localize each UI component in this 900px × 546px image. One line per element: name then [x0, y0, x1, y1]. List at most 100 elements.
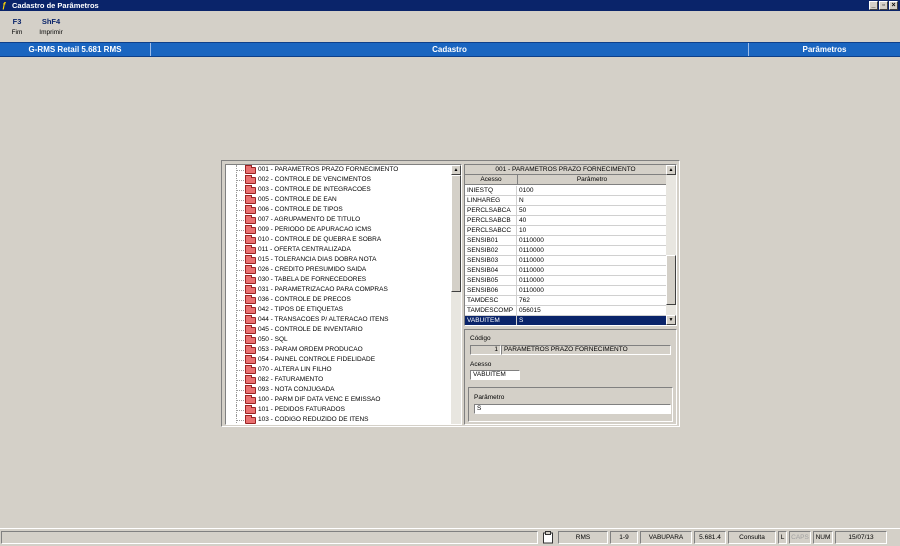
imprimir-button[interactable]: ShF4 Imprimir [36, 17, 66, 36]
tree-item[interactable]: 050 - SQL [226, 335, 451, 345]
tree-item[interactable]: 100 - PARM DIF DATA VENC E EMISSAO [226, 395, 451, 405]
tree-item-label: 010 - CONTROLE DE QUEBRA E SOBRA [258, 236, 382, 243]
grid-column-parametro[interactable]: Parâmetro [518, 175, 666, 184]
status-page: 1-9 [610, 531, 638, 544]
close-button[interactable]: × [889, 1, 898, 10]
tree-item[interactable]: 042 - TIPOS DE ETIQUETAS [226, 305, 451, 315]
tree-item[interactable]: 009 - PERIODO DE APURACAO ICMS [226, 225, 451, 235]
grid-cell-acesso: SENSIB06 [465, 286, 517, 295]
tree-item-label: 036 - CONTROLE DE PRECOS [258, 296, 351, 303]
tree-item[interactable]: 002 - CONTROLE DE VENCIMENTOS [226, 175, 451, 185]
status-message-panel [1, 531, 538, 544]
folder-icon [245, 415, 256, 424]
grid-cell-parametro: 50 [519, 207, 527, 214]
grid-row[interactable]: PERCLSABCB 40 [465, 216, 666, 226]
tree-item-label: 005 - CONTROLE DE EAN [258, 196, 337, 203]
tree-scrollbar[interactable]: ▲ [451, 165, 461, 424]
tree-item[interactable]: 010 - CONTROLE DE QUEBRA E SOBRA [226, 235, 451, 245]
grid-row[interactable]: SENSIB05 0110000 [465, 276, 666, 286]
fim-button[interactable]: F3 Fim [8, 17, 26, 36]
grid-cell-acesso: PERCLSABCA [465, 206, 517, 215]
grid-cell-parametro: 056015 [519, 307, 541, 314]
grid-cell-parametro: 0110000 [519, 247, 544, 254]
folder-icon [245, 175, 256, 184]
codigo-label: Código [470, 335, 491, 342]
grid-scroll-up-button[interactable]: ▲ [666, 165, 676, 175]
status-user: VABUPARA [640, 531, 692, 544]
parametro-label: Parâmetro [474, 394, 505, 401]
tree-item-label: 103 - CODIGO REDUZIDO DE ITENS [258, 416, 369, 423]
grid-row[interactable]: INIESTQ 0100 [465, 186, 666, 196]
grid-row[interactable]: PERCLSABCA 50 [465, 206, 666, 216]
folder-icon [245, 275, 256, 284]
status-flag-l: L [778, 531, 787, 544]
tree-item[interactable]: 082 - FATURAMENTO [226, 375, 451, 385]
tree-item[interactable]: 015 - TOLERANCIA DIAS DOBRA NOTA [226, 255, 451, 265]
parameters-panel: 001 - PARAMETROS PRAZO FORNECIMENTO 002 -… [221, 160, 680, 427]
grid-scrollbar[interactable]: ▲ ▼ [666, 165, 676, 325]
grid-row[interactable]: SENSIB03 0110000 [465, 256, 666, 266]
acesso-field[interactable]: VABUITEM [470, 370, 520, 380]
tree-item-label: 082 - FATURAMENTO [258, 376, 324, 383]
grid-row[interactable]: VABUITEM S [465, 316, 666, 325]
grid-row[interactable]: TAMDESC 762 [465, 296, 666, 306]
tree-scroll-thumb[interactable] [451, 175, 461, 292]
tree-item[interactable]: 053 - PARAM ORDEM PRODUCAO [226, 345, 451, 355]
tree-item-label: 001 - PARAMETROS PRAZO FORNECIMENTO [258, 166, 399, 173]
parameter-tree[interactable]: 001 - PARAMETROS PRAZO FORNECIMENTO 002 -… [225, 164, 462, 425]
grid-cell-parametro: S [519, 317, 524, 324]
grid-scroll-down-button[interactable]: ▼ [666, 315, 676, 325]
tree-item[interactable]: 026 - CREDITO PRESUMIDO SAIDA [226, 265, 451, 275]
parametro-group: Parâmetro S [468, 387, 673, 422]
grid-title: 001 - PARAMETROS PRAZO FORNECIMENTO [465, 165, 666, 175]
folder-icon [245, 235, 256, 244]
grid-row[interactable]: SENSIB02 0110000 [465, 246, 666, 256]
tree-item-label: 026 - CREDITO PRESUMIDO SAIDA [258, 266, 367, 273]
tree-item[interactable]: 030 - TABELA DE FORNECEDORES [226, 275, 451, 285]
grid-row[interactable]: TAMDESCOMP 056015 [465, 306, 666, 316]
tree-item[interactable]: 070 - ALTERA LIN FILHO [226, 365, 451, 375]
tree-item-label: 101 - PEDIDOS FATURADOS [258, 406, 345, 413]
tree-item[interactable]: 011 - OFERTA CENTRALIZADA [226, 245, 451, 255]
tree-item[interactable]: 031 - PARAMETRIZACAO PARA COMPRAS [226, 285, 451, 295]
tree-item[interactable]: 054 - PAINEL CONTROLE FIDELIDADE [226, 355, 451, 365]
folder-icon [245, 355, 256, 364]
tree-item[interactable]: 093 - NOTA CONJUGADA [226, 385, 451, 395]
tree-item[interactable]: 045 - CONTROLE DE INVENTARIO [226, 325, 451, 335]
tree-item[interactable]: 103 - CODIGO REDUZIDO DE ITENS [226, 415, 451, 424]
folder-icon [245, 185, 256, 194]
grid-cell-acesso: TAMDESC [465, 296, 517, 305]
parametro-field[interactable]: S [474, 404, 671, 414]
grid-column-acesso[interactable]: Acesso [465, 175, 518, 184]
tree-item-label: 053 - PARAM ORDEM PRODUCAO [258, 346, 363, 353]
tree-item[interactable]: 044 - TRANSACOES P/ ALTERACAO ITENS [226, 315, 451, 325]
tree-item[interactable]: 007 - AGRUPAMENTO DE TITULO [226, 215, 451, 225]
grid-row[interactable]: SENSIB04 0110000 [465, 266, 666, 276]
folder-icon [245, 225, 256, 234]
minimize-button[interactable]: _ [869, 1, 878, 10]
folder-icon [245, 205, 256, 214]
grid-row[interactable]: PERCLSABCC 10 [465, 226, 666, 236]
folder-icon [245, 295, 256, 304]
folder-icon [245, 265, 256, 274]
tree-item[interactable]: 006 - CONTROLE DE TIPOS [226, 205, 451, 215]
codigo-field[interactable]: 1 [470, 345, 501, 355]
restore-button[interactable]: ▫ [879, 1, 888, 10]
tree-scroll-up-button[interactable]: ▲ [451, 165, 461, 175]
tree-item[interactable]: 003 - CONTROLE DE INTEGRACOES [226, 185, 451, 195]
status-system: RMS [558, 531, 608, 544]
tree-item[interactable]: 036 - CONTROLE DE PRECOS [226, 295, 451, 305]
tree-item-label: 030 - TABELA DE FORNECEDORES [258, 276, 367, 283]
header-section: Cadastro [151, 43, 749, 56]
grid-row[interactable]: LINHAREG N [465, 196, 666, 206]
grid-row[interactable]: SENSIB01 0110000 [465, 236, 666, 246]
grid-scroll-thumb[interactable] [666, 255, 676, 305]
tree-item-label: 050 - SQL [258, 336, 288, 343]
grid-row[interactable]: SENSIB06 0110000 [465, 286, 666, 296]
folder-icon [245, 305, 256, 314]
tree-item[interactable]: 101 - PEDIDOS FATURADOS [226, 405, 451, 415]
tree-item[interactable]: 001 - PARAMETROS PRAZO FORNECIMENTO [226, 165, 451, 175]
tree-item[interactable]: 005 - CONTROLE DE EAN [226, 195, 451, 205]
tree-list: 001 - PARAMETROS PRAZO FORNECIMENTO 002 -… [226, 165, 451, 424]
folder-icon [245, 285, 256, 294]
